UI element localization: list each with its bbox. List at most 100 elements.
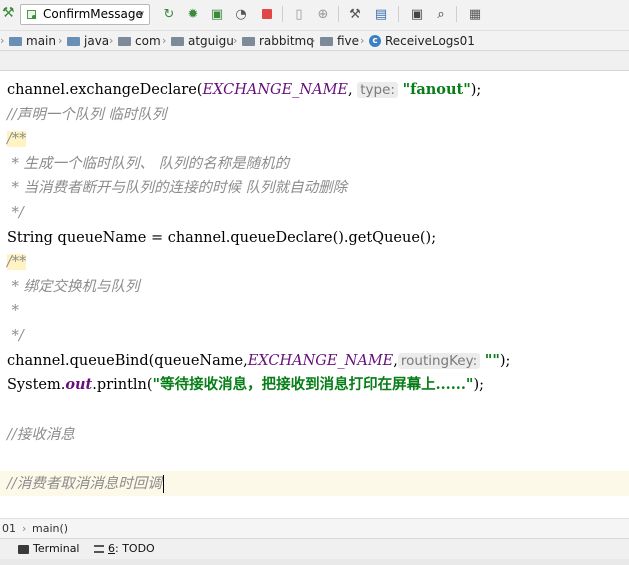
breadcrumb-separator: › (0, 34, 5, 47)
code-line: channel.queueBind(queueName,EXCHANGE_NAM… (7, 349, 510, 373)
breadcrumb-separator: › (58, 34, 63, 47)
code-token: ); (470, 82, 482, 98)
method-breadcrumb: 01 › main() (0, 518, 629, 538)
code-token: ); (499, 353, 511, 369)
breadcrumb-separator: › (311, 34, 316, 47)
method-breadcrumb-class[interactable]: 01 (2, 519, 16, 538)
breadcrumb-separator: › (22, 522, 27, 535)
project-structure-icon[interactable]: ▤ (372, 5, 390, 23)
breadcrumb-item-class[interactable]: c ReceiveLogs01 (369, 33, 475, 49)
doc-comment-line: * (7, 303, 19, 319)
code-token: System. (7, 377, 66, 393)
editor-tab-strip (0, 51, 629, 71)
folder-icon (67, 36, 80, 46)
todo-label: : TODO (115, 542, 155, 555)
toolbar-divider (338, 6, 339, 22)
method-breadcrumb-method[interactable]: main() (32, 519, 68, 538)
layout-icon[interactable]: ▣ (408, 5, 426, 23)
run-config-label: ConfirmMessage (43, 7, 143, 21)
constant-token: EXCHANGE_NAME (202, 82, 349, 98)
toolbar-divider (282, 6, 283, 22)
terminal-icon (18, 544, 29, 554)
doc-comment-line: * 当消费者断开与队列的连接的时候 队列就自动删除 (7, 180, 348, 196)
search-icon[interactable]: ⌕ (432, 5, 450, 23)
vcs-icon[interactable]: ▯ (290, 5, 308, 23)
text-caret (162, 475, 165, 493)
terminal-button[interactable]: Terminal (18, 541, 80, 557)
breadcrumb-label: rabbitmq (259, 34, 314, 48)
hammer-icon[interactable]: ⚒ (2, 6, 16, 20)
breadcrumb-separator: › (233, 34, 238, 47)
rerun-icon[interactable]: ↻ (160, 5, 178, 23)
code-editor[interactable]: channel.exchangeDeclare(EXCHANGE_NAME, t… (0, 71, 629, 518)
parameter-hint: routingKey: (397, 353, 481, 369)
settings-icon[interactable]: ⚒ (346, 5, 364, 23)
string-literal: "等待接收消息，把接收到消息打印在屏幕上......" (152, 376, 474, 393)
code-line: System.out.println("等待接收消息，把接收到消息打印在屏幕上.… (7, 373, 484, 397)
code-token: .println( (92, 377, 153, 393)
breadcrumb-separator: › (360, 34, 365, 47)
string-literal: "" (484, 352, 500, 369)
tool-window-bar: Terminal 6: TODO (0, 538, 629, 559)
folder-icon (9, 36, 22, 46)
comment-line: //接收消息 (7, 427, 75, 443)
breadcrumb-label: atguigu (188, 34, 234, 48)
toolbar-divider (456, 6, 457, 22)
doc-comment-line: * 绑定交换机与队列 (7, 279, 140, 295)
class-icon: c (369, 35, 381, 47)
code-line: channel.exchangeDeclare(EXCHANGE_NAME, t… (7, 78, 481, 102)
breadcrumb-label: ReceiveLogs01 (385, 34, 475, 48)
code-token: channel.exchangeDeclare( (7, 82, 203, 98)
doc-comment-line: /** (7, 250, 27, 274)
doc-comment-line: */ (7, 328, 24, 344)
code-token: ); (473, 377, 484, 393)
string-literal: "fanout" (402, 81, 471, 98)
code-token: , (348, 82, 358, 98)
breadcrumb-separator: › (162, 34, 167, 47)
todo-number: 6 (108, 542, 115, 555)
package-icon (171, 36, 184, 46)
breadcrumb-label: java (84, 34, 110, 48)
breadcrumb-item-rabbitmq[interactable]: rabbitmq (242, 33, 314, 49)
attach-icon[interactable]: ⊕ (314, 5, 332, 23)
package-icon (242, 36, 255, 46)
run-config-icon (27, 10, 36, 19)
package-icon (118, 36, 131, 46)
comment-text: //消费者取消消息时回调 (7, 476, 162, 492)
run-configuration-selector[interactable]: ConfirmMessage ∨ (20, 4, 150, 25)
comment-line: //消费者取消消息时回调 (7, 472, 165, 496)
toolbar-divider (398, 6, 399, 22)
breadcrumb-item-atguigu[interactable]: atguigu (171, 33, 234, 49)
breadcrumb-item-main[interactable]: main (9, 33, 56, 49)
doc-comment-line: */ (7, 205, 24, 221)
status-bar (0, 559, 629, 565)
constant-token: EXCHANGE_NAME (247, 353, 394, 369)
package-icon (320, 36, 333, 46)
code-line: String queueName = channel.queueDeclare(… (7, 230, 437, 246)
breadcrumb-label: main (26, 34, 56, 48)
translate-icon[interactable]: ▦ (466, 5, 484, 23)
code-token: channel.queueBind(queueName, (7, 353, 248, 369)
stop-icon[interactable] (258, 5, 276, 23)
doc-comment-open: /** (7, 254, 27, 270)
doc-comment-open: /** (7, 131, 27, 147)
breadcrumb-separator: › (109, 34, 114, 47)
todo-button[interactable]: 6: TODO (94, 541, 155, 557)
chevron-down-icon: ∨ (137, 9, 145, 20)
coverage-icon[interactable]: ▣ (208, 5, 226, 23)
breadcrumb-item-java[interactable]: java (67, 33, 109, 49)
profile-icon[interactable]: ◔ (232, 5, 250, 23)
doc-comment-line: /** (7, 127, 27, 151)
static-field-token: out (65, 376, 93, 393)
doc-comment-line: * 生成一个临时队列、 队列的名称是随机的 (7, 156, 290, 172)
terminal-label: Terminal (33, 542, 80, 555)
navigation-breadcrumb: › main › java › com › atguigu › rabbitmq… (0, 30, 629, 51)
comment-line: //声明一个队列 临时队列 (7, 107, 167, 123)
list-icon (94, 545, 104, 553)
breadcrumb-item-com[interactable]: com (118, 33, 161, 49)
breadcrumb-item-five[interactable]: five (320, 33, 359, 49)
breadcrumb-label: five (337, 34, 360, 48)
main-toolbar: ⚒ ConfirmMessage ∨ ↻ ✹ ▣ ◔ ▯ ⊕ ⚒ ▤ ▣ ⌕ ▦ (0, 0, 629, 30)
debug-icon[interactable]: ✹ (184, 5, 202, 23)
breadcrumb-label: com (135, 34, 161, 48)
